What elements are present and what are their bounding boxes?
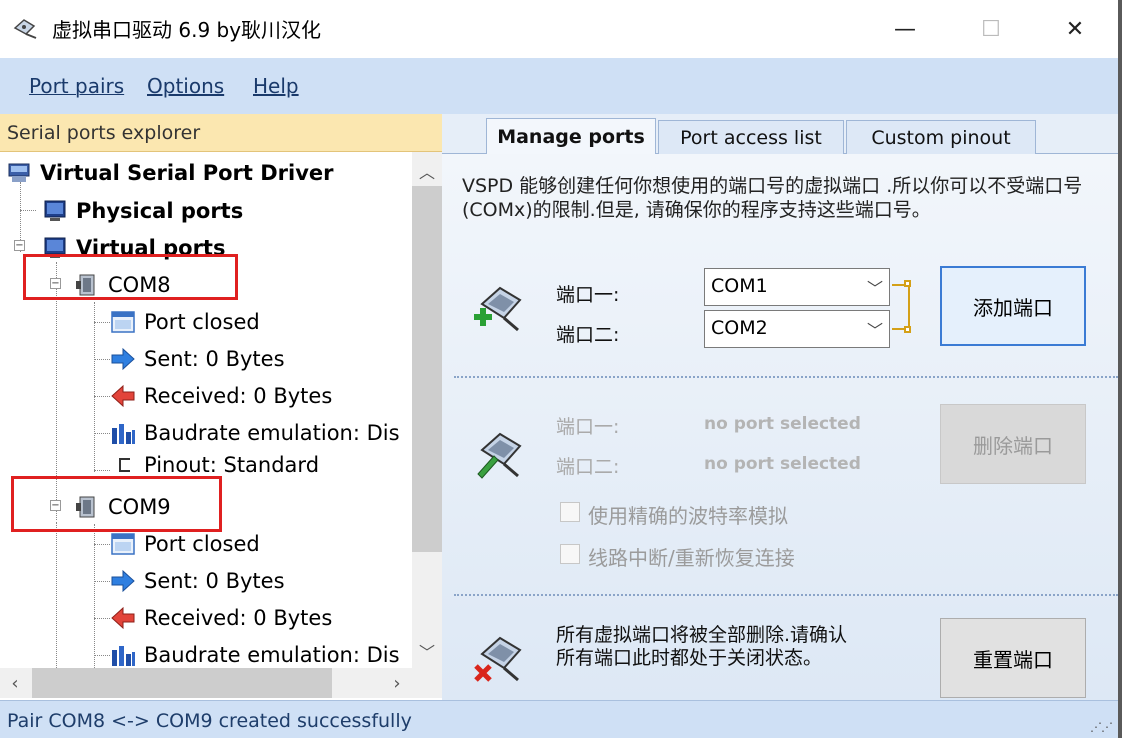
- highlight-box-com9: [11, 476, 222, 532]
- close-button[interactable]: ✕: [1032, 0, 1118, 58]
- title-bar: 虚拟串口驱动 6.9 by耿川汉化 — ☐ ✕: [0, 0, 1118, 58]
- menu-port-pairs[interactable]: Port pairs: [29, 74, 124, 98]
- menu-options-label: Options: [147, 74, 225, 98]
- menu-help-label: Help: [253, 74, 299, 98]
- scroll-corner: [412, 668, 442, 698]
- menu-help[interactable]: Help: [253, 74, 299, 98]
- line-break-checkbox[interactable]: [560, 544, 580, 564]
- tree-item-received[interactable]: Received: 0 Bytes: [110, 377, 332, 414]
- arrow-right-icon: [110, 346, 136, 372]
- tree-item-sent[interactable]: Sent: 0 Bytes: [110, 562, 285, 599]
- status-bar: Pair COM8 <-> COM9 created successfully …: [0, 700, 1118, 738]
- scrollbar-thumb[interactable]: [32, 668, 332, 698]
- tree-item-label: Sent: 0 Bytes: [144, 568, 285, 593]
- resize-grip-icon[interactable]: ⋰⋰: [1090, 720, 1113, 734]
- link-dot: [904, 326, 911, 333]
- tree-physical-label: Physical ports: [76, 198, 244, 223]
- bar-graph-icon: [110, 420, 136, 446]
- tree-vertical-scrollbar[interactable]: ︿ ﹀: [412, 152, 442, 668]
- app-window: 虚拟串口驱动 6.9 by耿川汉化 — ☐ ✕ Port pairs Optio…: [0, 0, 1118, 738]
- delete-port-icon: [477, 432, 522, 479]
- delete-port2-label: 端口二:: [556, 456, 620, 478]
- tree-root[interactable]: Virtual Serial Port Driver: [6, 154, 334, 191]
- tree-item-label: Received: 0 Bytes: [144, 605, 333, 630]
- window-icon: [110, 531, 136, 557]
- maximize-button[interactable]: ☐: [948, 0, 1034, 58]
- window-edge: [1118, 0, 1122, 738]
- arrow-left-icon: [110, 605, 136, 631]
- tab-custom-pinout[interactable]: Custom pinout: [846, 120, 1036, 154]
- port2-select-value: COM2: [711, 317, 768, 339]
- arrow-right-icon: [110, 568, 136, 594]
- status-text: Pair COM8 <-> COM9 created successfully: [7, 710, 412, 732]
- tree-item-baudrate[interactable]: Baudrate emulation: Dis: [110, 414, 400, 451]
- main-panel: Manage ports Port access list Custom pin…: [442, 114, 1118, 700]
- computer-port-icon: [6, 160, 32, 186]
- delete-port1-value: no port selected: [704, 414, 861, 434]
- menu-port-pairs-label: Port pairs: [29, 74, 125, 98]
- monitor-icon: [42, 198, 68, 224]
- tree-item-pinout[interactable]: Pinout: Standard: [110, 451, 319, 473]
- tab-port-access-list[interactable]: Port access list: [658, 120, 844, 154]
- tree-item-sent[interactable]: Sent: 0 Bytes: [110, 340, 285, 377]
- bar-graph-icon: [110, 642, 136, 668]
- explorer-header: Serial ports explorer: [0, 114, 442, 152]
- menu-options[interactable]: Options: [147, 74, 224, 98]
- app-icon: [13, 19, 37, 39]
- port2-select[interactable]: COM2 ﹀: [704, 310, 890, 348]
- scroll-left-icon[interactable]: ‹: [0, 668, 30, 698]
- manage-ports-content: VSPD 能够创建任何你想使用的端口号的虚拟端口 .所以你可以不受端口号(COM…: [442, 154, 1118, 700]
- tree-item-baudrate[interactable]: Baudrate emulation: Dis: [110, 636, 400, 668]
- reset-description: 所有虚拟端口将被全部删除.请确认所有端口此时都处于关闭状态。: [556, 624, 848, 669]
- tree-horizontal-scrollbar[interactable]: ‹ ›: [0, 668, 412, 698]
- tab-manage-ports[interactable]: Manage ports: [486, 118, 656, 154]
- delete-port2-value: no port selected: [704, 454, 861, 474]
- section-divider: [454, 376, 1118, 378]
- add-port-button[interactable]: 添加端口: [940, 266, 1086, 346]
- highlight-box-com8: [23, 254, 238, 300]
- expand-virtual-toggle[interactable]: −: [14, 240, 25, 251]
- port-link-bracket: [892, 284, 910, 330]
- tree-item-port-status[interactable]: Port closed: [110, 303, 260, 340]
- minimize-button[interactable]: —: [862, 0, 948, 58]
- window-icon: [110, 309, 136, 335]
- scroll-right-icon[interactable]: ›: [382, 668, 412, 698]
- add-port1-label: 端口一:: [556, 284, 620, 306]
- exact-baudrate-checkbox[interactable]: [560, 502, 580, 522]
- tree-item-label: Baudrate emulation: Dis: [144, 642, 400, 667]
- tree-item-received[interactable]: Received: 0 Bytes: [110, 599, 332, 636]
- add-port2-label: 端口二:: [556, 324, 620, 346]
- section-divider: [454, 594, 1118, 596]
- port1-select[interactable]: COM1 ﹀: [704, 268, 890, 306]
- reset-port-icon: [474, 636, 522, 682]
- reset-ports-button[interactable]: 重置端口: [940, 618, 1086, 698]
- tree-item-label: Baudrate emulation: Dis: [144, 420, 400, 445]
- chevron-down-icon: ﹀: [866, 279, 883, 298]
- tree-item-label: Port closed: [144, 309, 260, 334]
- tree-physical-ports[interactable]: Physical ports: [42, 192, 243, 229]
- port1-select-value: COM1: [711, 275, 768, 297]
- tab-strip: Manage ports Port access list Custom pin…: [442, 114, 1118, 154]
- menu-bar: Port pairs Options Help: [0, 58, 1118, 114]
- scroll-down-icon[interactable]: ﹀: [412, 636, 442, 666]
- tree-item-label: Pinout: Standard: [144, 453, 320, 473]
- chevron-down-icon: ﹀: [866, 321, 883, 340]
- ports-tree[interactable]: Virtual Serial Port Driver Physical port…: [0, 152, 412, 668]
- tree-root-label: Virtual Serial Port Driver: [40, 160, 334, 185]
- scroll-up-icon[interactable]: ︿: [412, 156, 442, 186]
- delete-port-button[interactable]: 删除端口: [940, 404, 1086, 484]
- delete-port1-label: 端口一:: [556, 416, 620, 438]
- pinout-icon: [110, 451, 136, 473]
- arrow-left-icon: [110, 383, 136, 409]
- add-port-icon: [474, 286, 522, 332]
- window-title: 虚拟串口驱动 6.9 by耿川汉化: [52, 18, 322, 42]
- link-dot: [904, 280, 911, 287]
- scrollbar-thumb[interactable]: [412, 186, 442, 552]
- line-break-label: 线路中断/重新恢复连接: [588, 546, 795, 570]
- tree-item-label: Sent: 0 Bytes: [144, 346, 285, 371]
- tree-item-label: Port closed: [144, 531, 260, 556]
- tree-item-label: Received: 0 Bytes: [144, 383, 333, 408]
- exact-baudrate-label: 使用精确的波特率模拟: [588, 504, 788, 528]
- manage-description: VSPD 能够创建任何你想使用的端口号的虚拟端口 .所以你可以不受端口号(COM…: [462, 175, 1083, 221]
